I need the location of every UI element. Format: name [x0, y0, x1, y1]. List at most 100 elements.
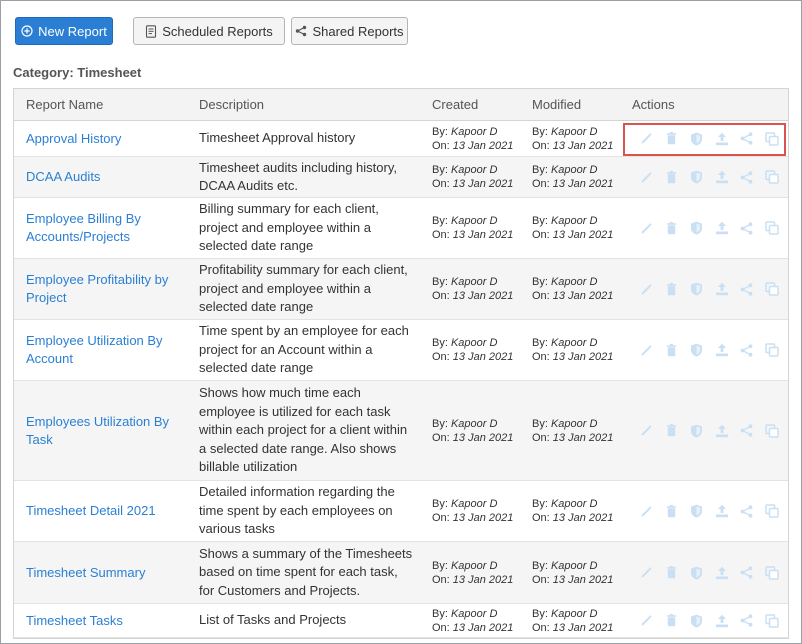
delete-icon[interactable]: [659, 129, 684, 149]
share-icon[interactable]: [734, 611, 759, 631]
modified-on-value: 13 Jan 2021: [552, 573, 614, 586]
permissions-icon[interactable]: [684, 340, 709, 360]
copy-icon[interactable]: [759, 563, 784, 583]
copy-icon[interactable]: [759, 340, 784, 360]
delete-icon[interactable]: [659, 611, 684, 631]
description-line: various tasks: [199, 521, 275, 537]
shared-reports-button[interactable]: Shared Reports: [291, 17, 408, 45]
upload-icon[interactable]: [709, 501, 734, 521]
edit-icon[interactable]: [634, 340, 659, 360]
modified-on-value: 13 Jan 2021: [552, 290, 614, 302]
share-icon[interactable]: [734, 129, 759, 149]
permissions-icon[interactable]: [684, 501, 709, 521]
delete-icon[interactable]: [659, 563, 684, 583]
description-cell: Timesheet audits including history, DCAA …: [199, 157, 421, 197]
delete-icon[interactable]: [659, 501, 684, 521]
upload-icon[interactable]: [709, 129, 734, 149]
copy-icon[interactable]: [759, 421, 784, 441]
edit-icon[interactable]: [634, 563, 659, 583]
header-modified[interactable]: Modified: [532, 89, 581, 121]
modified-cell: By: Kapoor D On: 13 Jan 2021: [532, 604, 628, 637]
delete-icon[interactable]: [659, 167, 684, 187]
copy-icon[interactable]: [759, 167, 784, 187]
description-line: a selected date range. Also shows: [199, 440, 397, 456]
description-line: Shows a summary of the Timesheets: [199, 545, 413, 561]
header-created[interactable]: Created: [432, 89, 478, 121]
report-name-link[interactable]: Timesheet Detail 2021: [26, 502, 156, 520]
edit-icon[interactable]: [634, 421, 659, 441]
copy-icon[interactable]: [759, 501, 784, 521]
upload-icon[interactable]: [709, 218, 734, 238]
permissions-icon[interactable]: [684, 167, 709, 187]
edit-icon[interactable]: [634, 218, 659, 238]
table-header: Report Name Description Created Modified…: [14, 89, 788, 121]
actions-cell: [634, 259, 784, 319]
report-name-link[interactable]: Employee Billing By Accounts/Projects: [26, 210, 141, 246]
report-name-link[interactable]: Timesheet Summary: [26, 564, 145, 582]
upload-icon[interactable]: [709, 167, 734, 187]
new-report-button[interactable]: New Report: [15, 17, 113, 45]
modified-on-label: On:: [532, 139, 550, 152]
report-name-link[interactable]: Approval History: [26, 130, 121, 148]
modified-on-line: On: 13 Jan 2021: [532, 511, 613, 525]
modified-by-value: Kapoor D: [550, 164, 598, 176]
copy-icon[interactable]: [759, 218, 784, 238]
modified-info: By: Kapoor D On: 13 Jan 2021: [532, 607, 613, 635]
edit-icon[interactable]: [634, 611, 659, 631]
modified-by-value: Kapoor D: [550, 125, 598, 138]
modified-on-label: On:: [532, 512, 550, 524]
copy-icon[interactable]: [759, 279, 784, 299]
upload-icon[interactable]: [709, 421, 734, 441]
permissions-icon[interactable]: [684, 563, 709, 583]
upload-icon[interactable]: [709, 563, 734, 583]
created-on-label: On:: [432, 431, 450, 444]
share-icon[interactable]: [734, 279, 759, 299]
modified-on-line: On: 13 Jan 2021: [532, 228, 613, 242]
delete-icon[interactable]: [659, 421, 684, 441]
upload-icon[interactable]: [709, 279, 734, 299]
share-icon[interactable]: [734, 421, 759, 441]
share-icon[interactable]: [734, 340, 759, 360]
report-name-link[interactable]: Employee Utilization By Account: [26, 332, 163, 368]
header-description[interactable]: Description: [199, 89, 264, 121]
report-name-cell: Timesheet Tasks: [26, 604, 191, 637]
description-cell: Profitability summary for each client, pr…: [199, 259, 421, 319]
share-icon[interactable]: [734, 501, 759, 521]
copy-icon[interactable]: [759, 611, 784, 631]
upload-icon[interactable]: [709, 340, 734, 360]
description-line: for Customers and Projects.: [199, 582, 361, 598]
modified-by-label: By:: [532, 215, 548, 227]
upload-icon[interactable]: [709, 611, 734, 631]
share-icon[interactable]: [734, 167, 759, 187]
permissions-icon[interactable]: [684, 421, 709, 441]
copy-icon[interactable]: [759, 129, 784, 149]
modified-by-label: By:: [532, 125, 548, 138]
modified-by-value: Kapoor D: [550, 498, 598, 510]
edit-icon[interactable]: [634, 279, 659, 299]
scheduled-reports-button[interactable]: Scheduled Reports: [133, 17, 285, 45]
modified-info: By: Kapoor D On: 13 Jan 2021: [532, 497, 613, 525]
report-name-line: Timesheet Tasks: [26, 612, 123, 628]
report-name-cell: Timesheet Summary: [26, 542, 191, 603]
permissions-icon[interactable]: [684, 279, 709, 299]
permissions-icon[interactable]: [684, 129, 709, 149]
report-name-line: Timesheet Summary: [26, 564, 146, 580]
edit-icon[interactable]: [634, 167, 659, 187]
report-name-link[interactable]: Timesheet Tasks: [26, 612, 123, 630]
report-name-line: Account: [26, 351, 73, 366]
delete-icon[interactable]: [659, 279, 684, 299]
permissions-icon[interactable]: [684, 218, 709, 238]
report-name-link[interactable]: Employees Utilization By Task: [26, 413, 169, 449]
permissions-icon[interactable]: [684, 611, 709, 631]
share-icon[interactable]: [734, 563, 759, 583]
edit-icon[interactable]: [634, 129, 659, 149]
window-frame: New Report Scheduled Reports Shared Repo…: [0, 0, 802, 644]
header-report-name[interactable]: Report Name: [26, 89, 103, 121]
delete-icon[interactable]: [659, 340, 684, 360]
delete-icon[interactable]: [659, 218, 684, 238]
edit-icon[interactable]: [634, 501, 659, 521]
report-name-link[interactable]: DCAA Audits: [26, 168, 100, 186]
modified-cell: By: Kapoor D On: 13 Jan 2021: [532, 198, 628, 258]
share-icon[interactable]: [734, 218, 759, 238]
report-name-link[interactable]: Employee Profitability by Project: [26, 271, 168, 307]
